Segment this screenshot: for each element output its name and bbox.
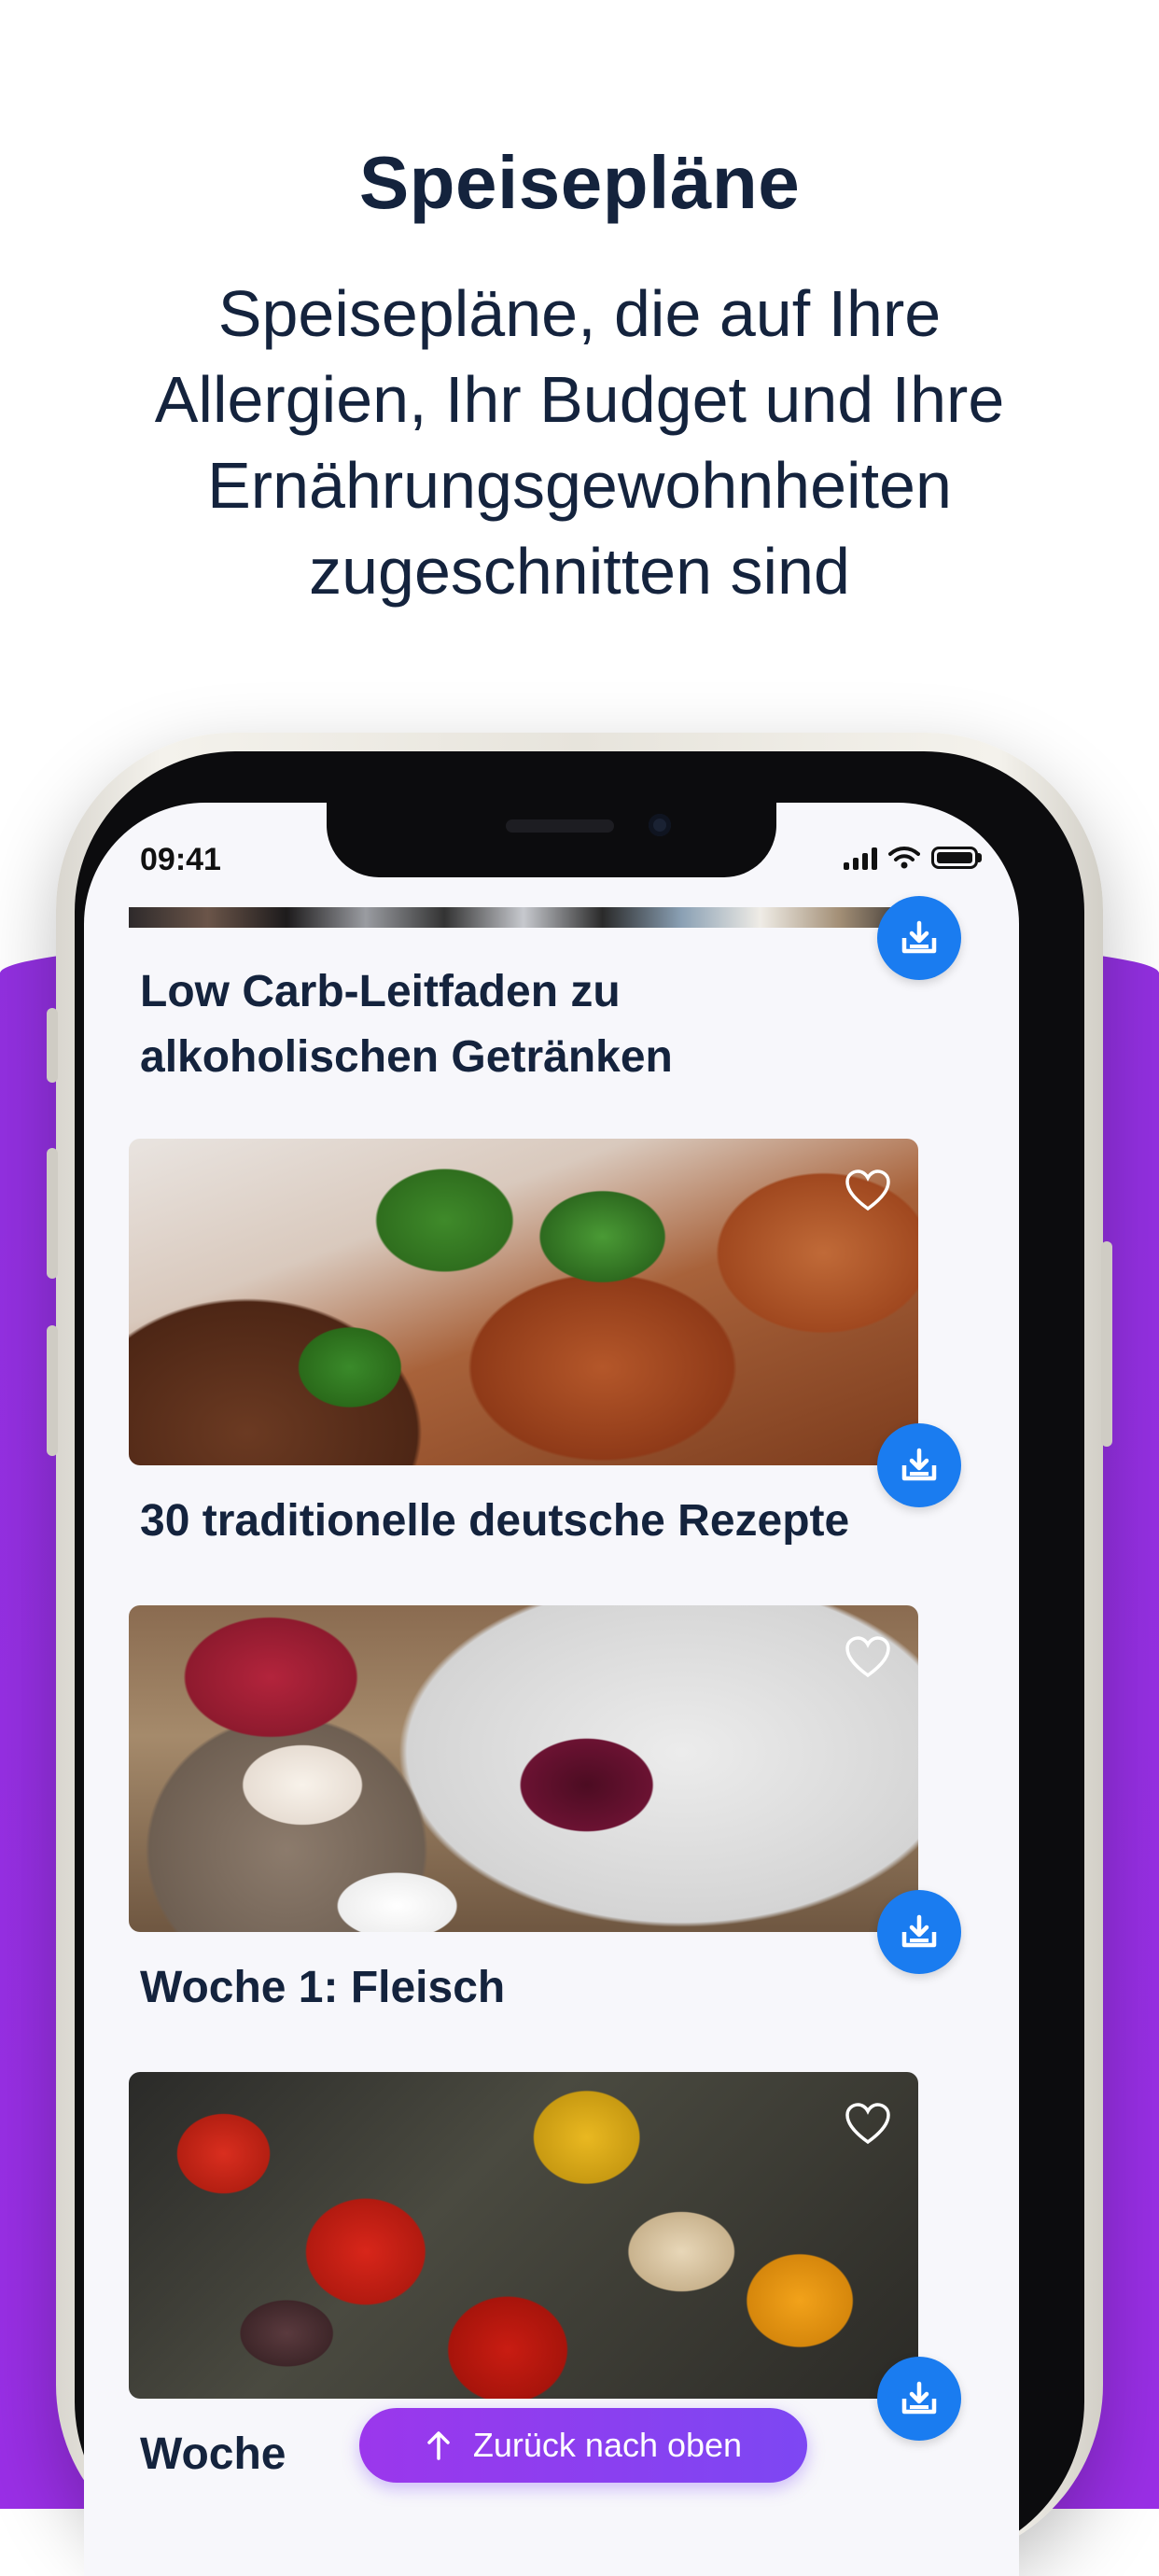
battery-tip	[978, 853, 982, 862]
download-button[interactable]	[877, 896, 961, 980]
wifi-icon	[888, 847, 920, 869]
front-camera	[649, 814, 671, 836]
arrow-up-icon	[427, 2431, 450, 2460]
favorite-heart-icon[interactable]	[844, 1633, 892, 1682]
download-icon	[901, 1914, 937, 1948]
card-title[interactable]: Woche 1: Fleisch	[140, 1955, 505, 2021]
status-time: 09:41	[140, 842, 221, 877]
back-to-top-label: Zurück nach oben	[472, 2426, 743, 2464]
download-icon	[901, 1448, 937, 1481]
phone-volume-up	[47, 1148, 58, 1279]
phone-notch	[327, 803, 776, 877]
drinks-photo[interactable]	[129, 907, 918, 928]
download-button[interactable]	[877, 1890, 961, 1974]
phone-volume-down	[47, 1325, 58, 1456]
signal-icon	[844, 846, 877, 870]
back-to-top-button[interactable]: Zurück nach oben	[359, 2408, 807, 2483]
download-button[interactable]	[877, 1423, 961, 1507]
favorite-heart-icon[interactable]	[844, 2100, 892, 2149]
status-icons	[844, 844, 982, 872]
phone-mute-switch	[47, 1008, 58, 1083]
battery-icon	[931, 847, 978, 869]
phone-power-button	[1101, 1241, 1112, 1447]
download-icon	[901, 920, 937, 954]
earpiece-speaker	[506, 819, 614, 833]
download-icon	[901, 2381, 937, 2415]
card-title[interactable]: Woche	[140, 2422, 286, 2487]
goulash-photo[interactable]	[129, 1139, 918, 1465]
vegetable-skewers-photo[interactable]	[129, 2072, 918, 2399]
card-title[interactable]: Low Carb-Leitfaden zu alkoholischen Getr…	[140, 959, 737, 1090]
page-subline: Speisepläne, die auf Ihre Allergien, Ihr…	[154, 277, 1005, 608]
pancakes-berries-photo[interactable]	[129, 1605, 918, 1932]
card-title[interactable]: 30 traditionelle deutsche Rezepte	[140, 1489, 849, 1554]
download-button[interactable]	[877, 2357, 961, 2441]
favorite-heart-icon[interactable]	[844, 1167, 892, 1215]
app-screen: Low Carb-Leitfaden zu alkoholischen Getr…	[84, 803, 1019, 2576]
page-headline: Speisepläne	[358, 141, 801, 224]
